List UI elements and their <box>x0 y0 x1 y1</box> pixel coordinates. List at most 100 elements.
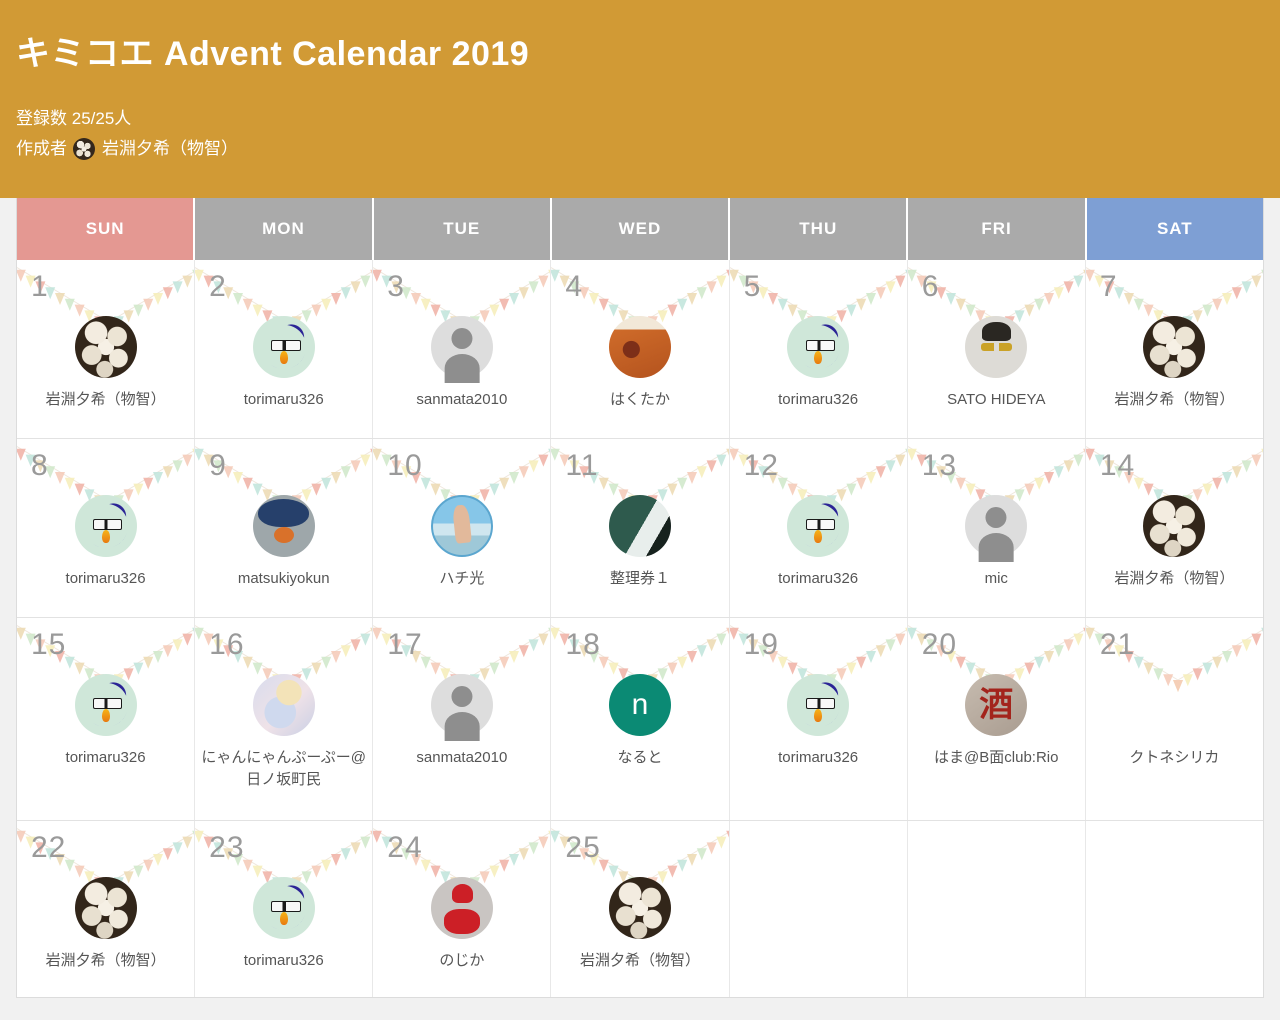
entry-author-name: torimaru326 <box>778 749 859 766</box>
page-title: キミコエ Advent Calendar 2019 <box>16 35 530 73</box>
calendar-day-11[interactable]: 11 整理券１ <box>551 439 730 617</box>
calendar-day-empty <box>907 821 1086 997</box>
calendar-entry[interactable]: 整理券１ <box>551 495 728 590</box>
avatar-iwabuchi-yuki[interactable] <box>608 877 671 939</box>
calendar-weeks: 1 岩淵夕希（物智） 2 torimaru326 3 sanmata2010 4 はくたか 5 t… <box>17 260 1263 997</box>
calendar-day-2[interactable]: 2 torimaru326 <box>195 260 374 438</box>
calendar-day-15[interactable]: 15 torimaru326 <box>17 618 196 820</box>
avatar-iwabuchi-yuki[interactable] <box>1143 316 1206 378</box>
avatar-naruto[interactable]: n <box>608 674 671 736</box>
calendar-entry[interactable]: torimaru326 <box>730 674 907 769</box>
calendar-day-17[interactable]: 17 sanmata2010 <box>373 618 552 820</box>
calendar-entry[interactable]: にゃんにゃんぷーぷー@日ノ坂町民 <box>195 674 372 791</box>
calendar-day-14[interactable]: 14 岩淵夕希（物智） <box>1085 439 1263 617</box>
calendar-day-25[interactable]: 25 岩淵夕希（物智） <box>551 821 730 997</box>
calendar-entry[interactable]: 岩淵夕希（物智） <box>17 877 194 972</box>
day-number: 16 <box>209 628 245 661</box>
entry-author-name: クトネシリカ <box>1129 749 1220 766</box>
calendar-entry[interactable]: sanmata2010 <box>373 674 550 769</box>
calendar-entry[interactable]: sanmata2010 <box>373 316 550 411</box>
calendar-entry[interactable]: はくたか <box>551 316 728 411</box>
avatar-torimaru326[interactable] <box>787 495 850 557</box>
calendar-entry[interactable]: ハチ光 <box>373 495 550 590</box>
calendar-entry[interactable]: SATO HIDEYA <box>908 316 1085 411</box>
avatar-torimaru326[interactable] <box>787 316 850 378</box>
entry-author-name: ハチ光 <box>439 570 485 587</box>
calendar-entry[interactable]: 岩淵夕希（物智） <box>1086 495 1263 590</box>
avatar-default-person[interactable] <box>430 316 493 378</box>
calendar-entry[interactable]: のじか <box>373 877 550 972</box>
calendar-day-7[interactable]: 7 岩淵夕希（物智） <box>1085 260 1263 438</box>
avatar-sato-hideya[interactable] <box>965 316 1028 378</box>
creator-avatar-icon <box>73 138 95 160</box>
avatar-nyannyanpupu[interactable] <box>252 674 315 736</box>
calendar-entry[interactable]: n なると <box>551 674 728 769</box>
calendar-day-9[interactable]: 9 matsukiyokun <box>195 439 374 617</box>
calendar-entry[interactable]: クトネシリカ <box>1086 674 1263 769</box>
calendar-entry[interactable]: 酒はま@B面club:Rio <box>908 674 1085 769</box>
avatar-default-person[interactable] <box>965 495 1028 557</box>
entry-author-name: 岩淵夕希（物智） <box>45 391 166 408</box>
calendar-entry[interactable]: torimaru326 <box>195 316 372 411</box>
calendar-day-13[interactable]: 13 mic <box>907 439 1086 617</box>
calendar-day-3[interactable]: 3 sanmata2010 <box>373 260 552 438</box>
avatar-seirikenn1[interactable] <box>608 495 671 557</box>
avatar-torimaru326[interactable] <box>74 495 137 557</box>
avatar-torimaru326[interactable] <box>74 674 137 736</box>
weekday-header-mon: MON <box>195 198 374 260</box>
day-number: 12 <box>743 449 779 482</box>
calendar-day-20[interactable]: 20 酒はま@B面club:Rio <box>907 618 1086 820</box>
calendar-day-5[interactable]: 5 torimaru326 <box>729 260 908 438</box>
calendar-entry[interactable]: mic <box>908 495 1085 590</box>
avatar-hama[interactable]: 酒 <box>965 674 1028 736</box>
avatar-hachiko[interactable] <box>430 495 493 557</box>
avatar-torimaru326[interactable] <box>787 674 850 736</box>
day-number: 10 <box>387 449 423 482</box>
calendar-entry[interactable]: torimaru326 <box>17 674 194 769</box>
avatar-matsukiyokun[interactable] <box>252 495 315 557</box>
entry-author-name: torimaru326 <box>65 749 146 766</box>
calendar-day-8[interactable]: 8 torimaru326 <box>17 439 196 617</box>
calendar-day-21[interactable]: 21 クトネシリカ <box>1085 618 1263 820</box>
day-number: 15 <box>31 628 67 661</box>
avatar-kutonesirika[interactable] <box>1143 674 1205 736</box>
avatar-torimaru326[interactable] <box>252 316 315 378</box>
calendar-day-19[interactable]: 19 torimaru326 <box>729 618 908 820</box>
avatar-default-person[interactable] <box>430 674 493 736</box>
day-number: 8 <box>31 449 49 482</box>
entry-author-name: torimaru326 <box>243 952 324 969</box>
calendar-day-16[interactable]: 16 にゃんにゃんぷーぷー@日ノ坂町民 <box>195 618 374 820</box>
calendar-entry[interactable]: matsukiyokun <box>195 495 372 590</box>
calendar-entry[interactable]: torimaru326 <box>730 495 907 590</box>
calendar-day-23[interactable]: 23 torimaru326 <box>195 821 374 997</box>
avatar-torimaru326[interactable] <box>252 877 315 939</box>
day-number: 21 <box>1099 628 1136 661</box>
calendar-day-18[interactable]: 18 n なると <box>551 618 730 820</box>
calendar-entry[interactable]: 岩淵夕希（物智） <box>1086 316 1263 411</box>
calendar-day-4[interactable]: 4 はくたか <box>551 260 730 438</box>
entry-author-name: 整理券１ <box>609 570 670 587</box>
calendar-day-12[interactable]: 12 torimaru326 <box>729 439 908 617</box>
calendar-entry[interactable]: torimaru326 <box>17 495 194 590</box>
avatar-iwabuchi-yuki[interactable] <box>1143 495 1206 557</box>
entry-author-name: のじか <box>439 952 485 969</box>
avatar-nojika[interactable] <box>430 877 493 939</box>
calendar-entry[interactable]: 岩淵夕希（物智） <box>551 877 728 972</box>
calendar-entry[interactable]: torimaru326 <box>730 316 907 411</box>
avatar-iwabuchi-yuki[interactable] <box>74 316 137 378</box>
weekday-header-sun: SUN <box>17 198 196 260</box>
calendar-entry[interactable]: torimaru326 <box>195 877 372 972</box>
calendar-entry[interactable]: 岩淵夕希（物智） <box>17 316 194 411</box>
avatar-iwabuchi-yuki[interactable] <box>74 877 137 939</box>
entry-author-name: 岩淵夕希（物智） <box>45 952 166 969</box>
calendar-day-24[interactable]: 24 のじか <box>373 821 552 997</box>
advent-calendar-grid: SUN MON TUE WED THU FRI SAT 1 岩淵夕希（物智） 2 torimaru… <box>16 198 1264 998</box>
entry-author-name: SATO HIDEYA <box>947 391 1046 408</box>
entry-author-name: はくたか <box>609 391 670 408</box>
calendar-day-22[interactable]: 22 岩淵夕希（物智） <box>17 821 196 997</box>
calendar-day-1[interactable]: 1 岩淵夕希（物智） <box>17 260 196 438</box>
entry-author-name: 岩淵夕希（物智） <box>579 952 700 969</box>
calendar-day-10[interactable]: 10 ハチ光 <box>373 439 552 617</box>
calendar-day-6[interactable]: 6 SATO HIDEYA <box>907 260 1086 438</box>
avatar-hakutaka[interactable] <box>608 316 671 378</box>
